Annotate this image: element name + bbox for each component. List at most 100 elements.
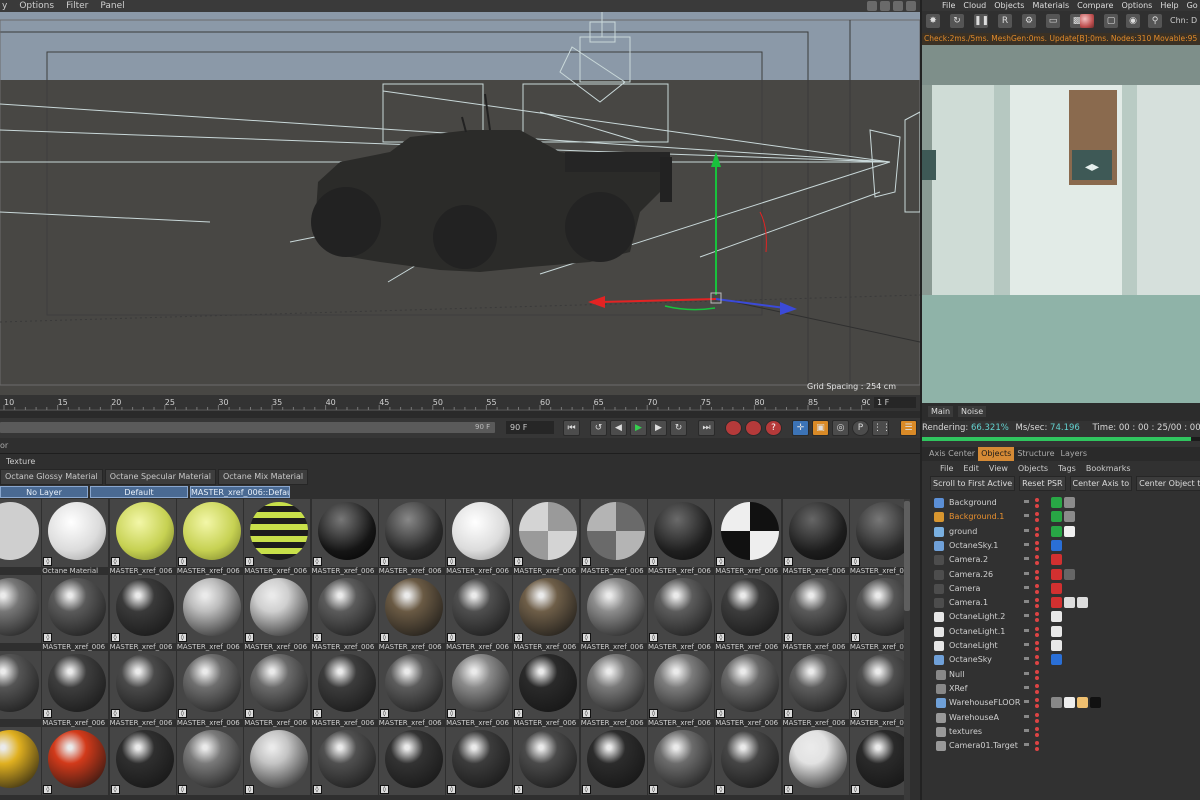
material-preview[interactable]: ◊ bbox=[176, 651, 243, 719]
material-preview[interactable]: ◊ bbox=[42, 575, 109, 643]
timeline-icon[interactable]: ☰ bbox=[900, 420, 917, 436]
om-menu-tags[interactable]: Tags bbox=[1058, 461, 1076, 476]
material-swatch[interactable]: ◊MASTER_xref_006 bbox=[378, 651, 445, 728]
material-preview[interactable]: ◊ bbox=[446, 651, 513, 719]
render-visibility-icon[interactable] bbox=[1035, 675, 1039, 680]
material-swatch[interactable]: ◊MASTER_xref_006 bbox=[446, 651, 513, 728]
om-menu-edit[interactable]: Edit bbox=[963, 461, 979, 476]
display-icon[interactable]: ▢ bbox=[1104, 14, 1118, 28]
material-preview[interactable]: ◊ bbox=[42, 727, 109, 795]
render-visibility-icon[interactable] bbox=[1035, 504, 1039, 508]
goto-end-button[interactable]: ⏭ bbox=[698, 420, 715, 436]
editor-visibility-icon[interactable] bbox=[1035, 512, 1039, 517]
layer-toggle-icon[interactable] bbox=[1024, 585, 1029, 589]
material-swatch[interactable]: ◊MASTER_xref_006 bbox=[782, 499, 849, 576]
object-row[interactable]: ground bbox=[922, 525, 1200, 539]
material-preview-icon[interactable] bbox=[1080, 14, 1094, 28]
current-frame-field[interactable]: 1 F bbox=[874, 397, 916, 408]
object-tag-icon[interactable] bbox=[1051, 582, 1062, 594]
goto-start-button[interactable]: ⏮ bbox=[563, 420, 580, 436]
object-row[interactable]: WarehouseA bbox=[922, 711, 1200, 725]
settings-gear-icon[interactable]: ⚙ bbox=[1022, 14, 1036, 28]
material-swatch[interactable]: ◊MASTER_xref_006 bbox=[42, 651, 109, 728]
material-swatch[interactable]: ◊ bbox=[0, 575, 41, 652]
viewport-menu-options[interactable]: Options bbox=[19, 0, 54, 12]
material-swatch[interactable]: ◊MASTER_xref_006 bbox=[715, 651, 782, 728]
material-preview[interactable]: ◊ bbox=[715, 499, 782, 567]
lock-icon[interactable]: ▭ bbox=[1046, 14, 1060, 28]
object-tag-icon[interactable] bbox=[1051, 568, 1062, 580]
editor-visibility-icon[interactable] bbox=[1035, 698, 1039, 703]
material-swatch[interactable]: ◊MASTER_xref_006 bbox=[311, 651, 378, 728]
rv-menu-go[interactable]: Go bbox=[1187, 0, 1198, 11]
object-name[interactable]: Background.1 bbox=[949, 510, 1004, 524]
material-swatch[interactable]: ◊MASTER_xref_006 bbox=[513, 499, 580, 576]
material-swatch[interactable]: ◊ bbox=[513, 727, 580, 800]
loop-forward-button[interactable]: ↻ bbox=[670, 420, 687, 436]
object-row[interactable]: Background.1 bbox=[922, 510, 1200, 524]
material-preview[interactable]: ◊ bbox=[513, 727, 580, 795]
layer-toggle-icon[interactable] bbox=[1024, 743, 1029, 747]
pin-icon[interactable]: ⚲ bbox=[1148, 14, 1162, 28]
material-swatch[interactable]: ◊MASTER_xref_006 bbox=[849, 575, 904, 652]
material-swatch[interactable]: ◊MASTER_xref_006 bbox=[244, 651, 311, 728]
rv-menu-materials[interactable]: Materials bbox=[1032, 0, 1069, 11]
material-swatch[interactable]: ◊ bbox=[648, 727, 714, 800]
object-name[interactable]: textures bbox=[949, 725, 982, 739]
material-swatch[interactable]: ◊ bbox=[244, 727, 311, 800]
restart-render-icon[interactable]: ↻ bbox=[950, 14, 964, 28]
object-row[interactable]: OctaneLight bbox=[922, 639, 1200, 653]
rv-menu-cloud[interactable]: Cloud bbox=[963, 0, 986, 11]
channel-label[interactable]: Chn: D bbox=[1170, 16, 1197, 25]
material-preview[interactable]: ◊ bbox=[311, 727, 378, 795]
object-tag-icon[interactable] bbox=[1090, 697, 1101, 709]
material-swatch[interactable]: ◊MASTER_xref_006 bbox=[580, 651, 647, 728]
timeline[interactable]: 10 15 20 25 30 35 40 45 50 55 60 65 70 75 80 85 90 1 F bbox=[0, 395, 920, 420]
material-swatch[interactable]: ◊MASTER_xref_006 bbox=[446, 499, 513, 576]
chip-mix[interactable]: Octane Mix Material bbox=[217, 469, 309, 485]
object-name[interactable]: OctaneLight.2 bbox=[949, 610, 1005, 624]
object-row[interactable]: WarehouseFLOOR bbox=[922, 696, 1200, 710]
material-swatch[interactable]: ◊MASTER_xref_006 bbox=[580, 499, 647, 576]
material-preview[interactable]: ◊ bbox=[109, 651, 176, 719]
material-swatch[interactable]: ◊MASTER_xref_006 bbox=[782, 575, 849, 652]
layer-toggle-icon[interactable] bbox=[1024, 557, 1029, 561]
layer-toggle-icon[interactable] bbox=[1024, 685, 1029, 689]
layer-toggle-icon[interactable] bbox=[1024, 614, 1029, 618]
editor-viewport[interactable]: y Options Filter Panel Grid Spacing: 25… bbox=[0, 0, 920, 395]
object-row[interactable]: Camera01.Target bbox=[922, 739, 1200, 753]
material-swatch[interactable]: ◊ bbox=[176, 727, 243, 800]
object-row[interactable]: XRef bbox=[922, 682, 1200, 696]
scroll-first-active-button[interactable]: Scroll to First Active bbox=[930, 476, 1016, 491]
material-preview[interactable]: ◊ bbox=[311, 651, 378, 719]
material-swatch[interactable]: ◊MASTER_xref_006 bbox=[378, 499, 445, 576]
viewport-scene[interactable] bbox=[0, 12, 920, 395]
material-preview[interactable]: ◊ bbox=[109, 499, 176, 567]
material-preview[interactable]: ◊ bbox=[782, 499, 849, 567]
object-row[interactable]: Background bbox=[922, 496, 1200, 510]
object-name[interactable]: ground bbox=[949, 525, 977, 539]
preview-range-slider[interactable] bbox=[0, 422, 495, 433]
record-keys-icon[interactable] bbox=[725, 420, 742, 436]
rv-menu-options[interactable]: Options bbox=[1121, 0, 1152, 11]
object-row[interactable]: Null bbox=[922, 668, 1200, 682]
object-row[interactable]: Camera.26 bbox=[922, 568, 1200, 582]
material-swatch[interactable]: ◊MASTER_xref_006 bbox=[782, 651, 849, 728]
layer-toggle-icon[interactable] bbox=[1024, 500, 1029, 503]
tab-objects[interactable]: Objects bbox=[978, 447, 1015, 461]
timeline-ruler[interactable]: 10 15 20 25 30 35 40 45 50 55 60 65 70 75 80 85 90 bbox=[0, 395, 870, 411]
object-name[interactable]: OctaneSky.1 bbox=[949, 539, 998, 553]
layer-toggle-icon[interactable] bbox=[1024, 628, 1029, 632]
editor-visibility-icon[interactable] bbox=[1035, 683, 1039, 688]
next-frame-button[interactable]: ▶ bbox=[650, 420, 667, 436]
prev-frame-button[interactable]: ◀ bbox=[610, 420, 627, 436]
material-preview[interactable]: ◊ bbox=[42, 499, 109, 567]
material-preview[interactable]: ◊ bbox=[244, 727, 311, 795]
play-button[interactable]: ▶ bbox=[630, 420, 647, 436]
material-preview[interactable]: ◊ bbox=[849, 575, 904, 643]
material-preview[interactable]: ◊ bbox=[580, 651, 647, 719]
viewport-menu-panel[interactable]: Panel bbox=[100, 0, 124, 12]
material-swatch[interactable]: ◊MASTER_xref_006 bbox=[244, 499, 311, 576]
material-swatch[interactable]: ◊MASTER_xref_006 bbox=[311, 499, 378, 576]
object-name[interactable]: Camera.26 bbox=[949, 568, 993, 582]
